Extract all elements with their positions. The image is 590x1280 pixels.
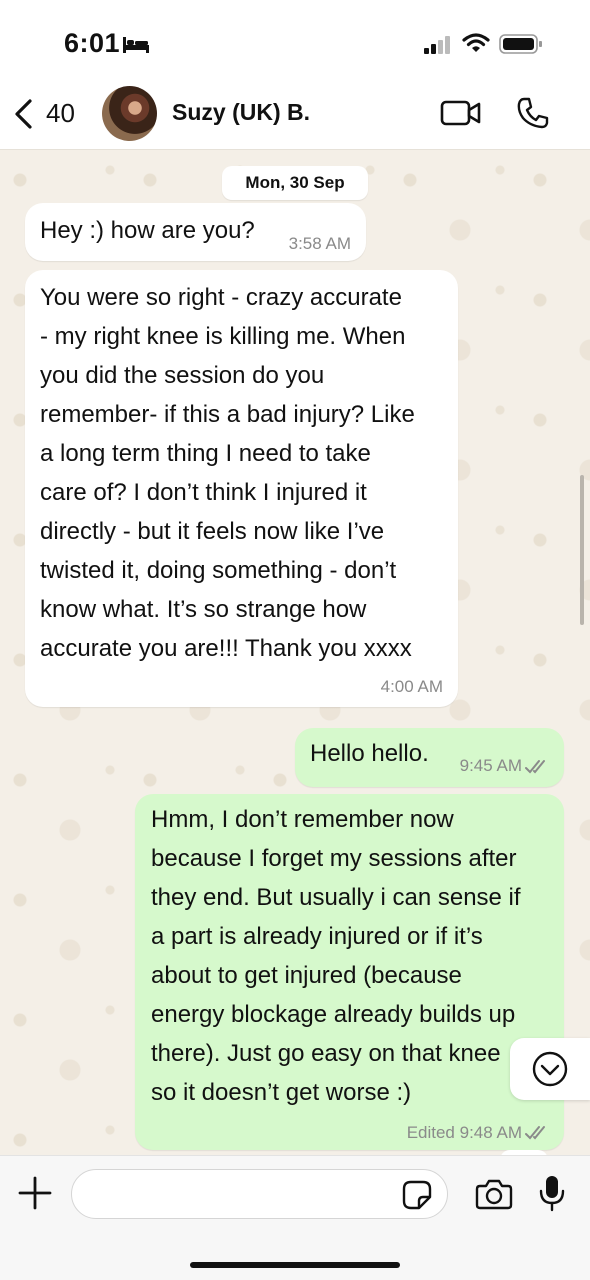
chevron-down-icon — [531, 1050, 569, 1093]
message-text: You were so right - crazy accurate - my … — [40, 284, 415, 662]
message-time: 9:45 AM — [459, 756, 522, 775]
sticker-icon[interactable] — [402, 1180, 432, 1215]
message-text: Hey :) how are you? — [40, 217, 255, 244]
read-receipt-icon — [525, 1125, 551, 1146]
scrollbar[interactable] — [580, 475, 584, 625]
signal-icon — [424, 36, 452, 59]
message-text: Hmm, I don’t remember now because I forg… — [151, 806, 521, 1106]
plus-icon[interactable] — [17, 1175, 53, 1216]
date-separator: Mon, 30 Sep — [222, 166, 368, 200]
incoming-message[interactable]: You were so right - crazy accurate - my … — [25, 270, 458, 707]
chat-messages-area[interactable]: Mon, 30 Sep Hey :) how are you? 3:58 AM … — [0, 150, 590, 1155]
message-time: 3:58 AM — [288, 234, 351, 253]
camera-icon[interactable] — [475, 1178, 513, 1215]
wifi-icon — [462, 32, 490, 59]
battery-icon — [499, 34, 543, 59]
chevron-left-icon[interactable] — [12, 97, 36, 136]
status-bar: 6:01 — [0, 0, 590, 80]
unread-chats-count[interactable]: 40 — [46, 98, 75, 129]
incoming-message[interactable]: Hey :) how are you? 3:58 AM — [25, 203, 366, 261]
status-time: 6:01 — [64, 28, 121, 58]
outgoing-message[interactable]: Hello hello. 9:45 AM — [295, 728, 564, 787]
read-receipt-icon — [525, 759, 551, 780]
message-input[interactable] — [71, 1169, 448, 1219]
message-time: 4:00 AM — [380, 677, 443, 696]
message-text: Hello hello. — [310, 740, 429, 767]
video-call-icon[interactable] — [440, 99, 482, 132]
contact-name[interactable]: Suzy (UK) B. — [172, 99, 310, 126]
outgoing-message[interactable]: Hmm, I don’t remember now because I forg… — [135, 794, 564, 1150]
phone-call-icon[interactable] — [516, 96, 550, 135]
chat-header: 40 Suzy (UK) B. — [0, 80, 590, 150]
microphone-icon[interactable] — [539, 1174, 565, 1217]
scroll-to-bottom-button[interactable] — [510, 1038, 590, 1100]
bed-icon — [122, 36, 150, 59]
home-indicator — [190, 1262, 400, 1268]
message-time: Edited 9:48 AM — [406, 1123, 522, 1142]
avatar[interactable] — [102, 86, 157, 141]
